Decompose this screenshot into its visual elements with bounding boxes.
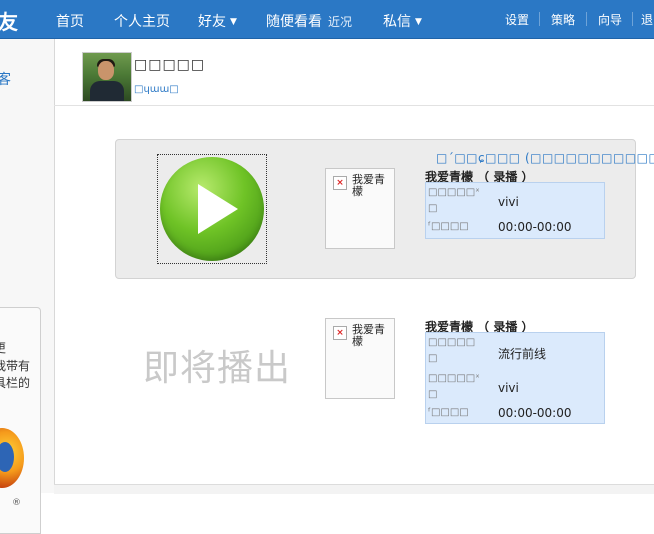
promo-text-line: 我带有 bbox=[0, 359, 31, 373]
thumbnail-alt-text: 我爱青檬 bbox=[352, 173, 385, 198]
avatar-body bbox=[90, 81, 124, 101]
info-key: ᶠ□□□□ bbox=[428, 407, 469, 418]
info-key-cont: □ bbox=[428, 203, 438, 214]
info-key: ᶠ□□□□ bbox=[428, 221, 469, 232]
nav-divider bbox=[586, 12, 587, 26]
info-key: □□□□□ˣ bbox=[428, 373, 480, 384]
program-thumbnail[interactable]: × 我爱青檬 bbox=[325, 318, 395, 399]
info-value: 00:00-00:00 bbox=[498, 406, 572, 420]
nav-friends-label: 好友 bbox=[198, 14, 226, 30]
nav-home[interactable]: 首页 bbox=[56, 11, 84, 31]
info-row: ᶠ□□□□ 00:00-00:00 bbox=[426, 219, 604, 237]
caret-down-icon: ▼ bbox=[230, 17, 237, 27]
profile-username: □□□□□ bbox=[134, 57, 206, 73]
info-key-cont: □ bbox=[428, 353, 438, 364]
top-navigation-bar: 友 首页 个人主页 好友 ▼ 随便看看 近况 私信 ▼ 设置 策略 向导 退 bbox=[0, 0, 654, 39]
info-row: □□□□□ □ 流行前线 bbox=[426, 335, 604, 365]
nav-guide[interactable]: 向导 bbox=[598, 11, 622, 28]
info-value: 00:00-00:00 bbox=[498, 220, 572, 234]
info-value: 流行前线 bbox=[498, 347, 547, 361]
nav-profile[interactable]: 个人主页 bbox=[114, 11, 170, 31]
program-info-box: □□□□□ˣ □ vivi ᶠ□□□□ 00:00-00:00 bbox=[425, 182, 605, 239]
caret-down-icon: ▼ bbox=[415, 17, 422, 27]
nav-browse-label: 随便看看 bbox=[266, 14, 322, 30]
broken-image-icon: × bbox=[333, 326, 347, 340]
nav-friends[interactable]: 好友 ▼ bbox=[198, 11, 237, 31]
info-key-cont: □ bbox=[428, 389, 438, 400]
info-row: ᶠ□□□□ 00:00-00:00 bbox=[426, 405, 604, 423]
info-row: □□□□□ˣ □ vivi bbox=[426, 371, 604, 401]
info-key: □□□□□ bbox=[428, 337, 476, 348]
broken-image-icon: × bbox=[333, 176, 347, 190]
promo-text-line: 更 bbox=[0, 341, 7, 355]
site-logo[interactable]: 友 bbox=[0, 6, 18, 35]
profile-sublink[interactable]: □ɥɯɯ□ bbox=[134, 84, 179, 95]
program-thumbnail[interactable]: × 我爱青檬 bbox=[325, 168, 395, 249]
on-air-label[interactable]: □´□□ɕ□□□ (□□□□□□□□□□□□) bbox=[436, 151, 654, 165]
program-info-box: □□□□□ □ 流行前线 □□□□□ˣ □ vivi ᶠ□□□□ 00:00-0… bbox=[425, 332, 605, 424]
nav-strategy[interactable]: 策略 bbox=[551, 11, 575, 28]
thumbnail-alt-text: 我爱青檬 bbox=[352, 323, 385, 348]
play-button[interactable] bbox=[157, 154, 267, 264]
play-icon bbox=[160, 157, 264, 261]
header-divider bbox=[54, 105, 654, 106]
info-value: vivi bbox=[498, 381, 519, 395]
nav-logout[interactable]: 退 bbox=[641, 11, 653, 28]
browser-promo-panel[interactable]: 更 我带有 具栏的 ： ® bbox=[0, 307, 41, 534]
registered-mark-icon: ® bbox=[12, 498, 21, 508]
nav-divider bbox=[539, 12, 540, 26]
info-key: □□□□□ˣ bbox=[428, 187, 480, 198]
nav-divider bbox=[632, 12, 633, 26]
promo-text-line: ： bbox=[0, 391, 6, 408]
nav-messages-label: 私信 bbox=[383, 14, 411, 30]
sidebar-blog-link[interactable]: 客 bbox=[0, 69, 11, 89]
firefox-logo-icon[interactable] bbox=[0, 428, 24, 488]
avatar-face bbox=[98, 61, 114, 80]
nav-settings[interactable]: 设置 bbox=[505, 11, 529, 28]
upcoming-label: 即将播出 bbox=[143, 348, 292, 389]
info-value: vivi bbox=[498, 195, 519, 209]
nav-recent[interactable]: 近况 bbox=[328, 15, 352, 29]
nav-browse[interactable]: 随便看看 近况 bbox=[266, 11, 352, 31]
info-row: □□□□□ˣ □ vivi bbox=[426, 185, 604, 215]
nav-messages[interactable]: 私信 ▼ bbox=[383, 11, 422, 31]
left-sidebar: 客 更 我带有 具栏的 ： ® bbox=[0, 39, 55, 534]
avatar[interactable] bbox=[82, 52, 132, 102]
promo-text-line: 具栏的 bbox=[0, 376, 31, 390]
